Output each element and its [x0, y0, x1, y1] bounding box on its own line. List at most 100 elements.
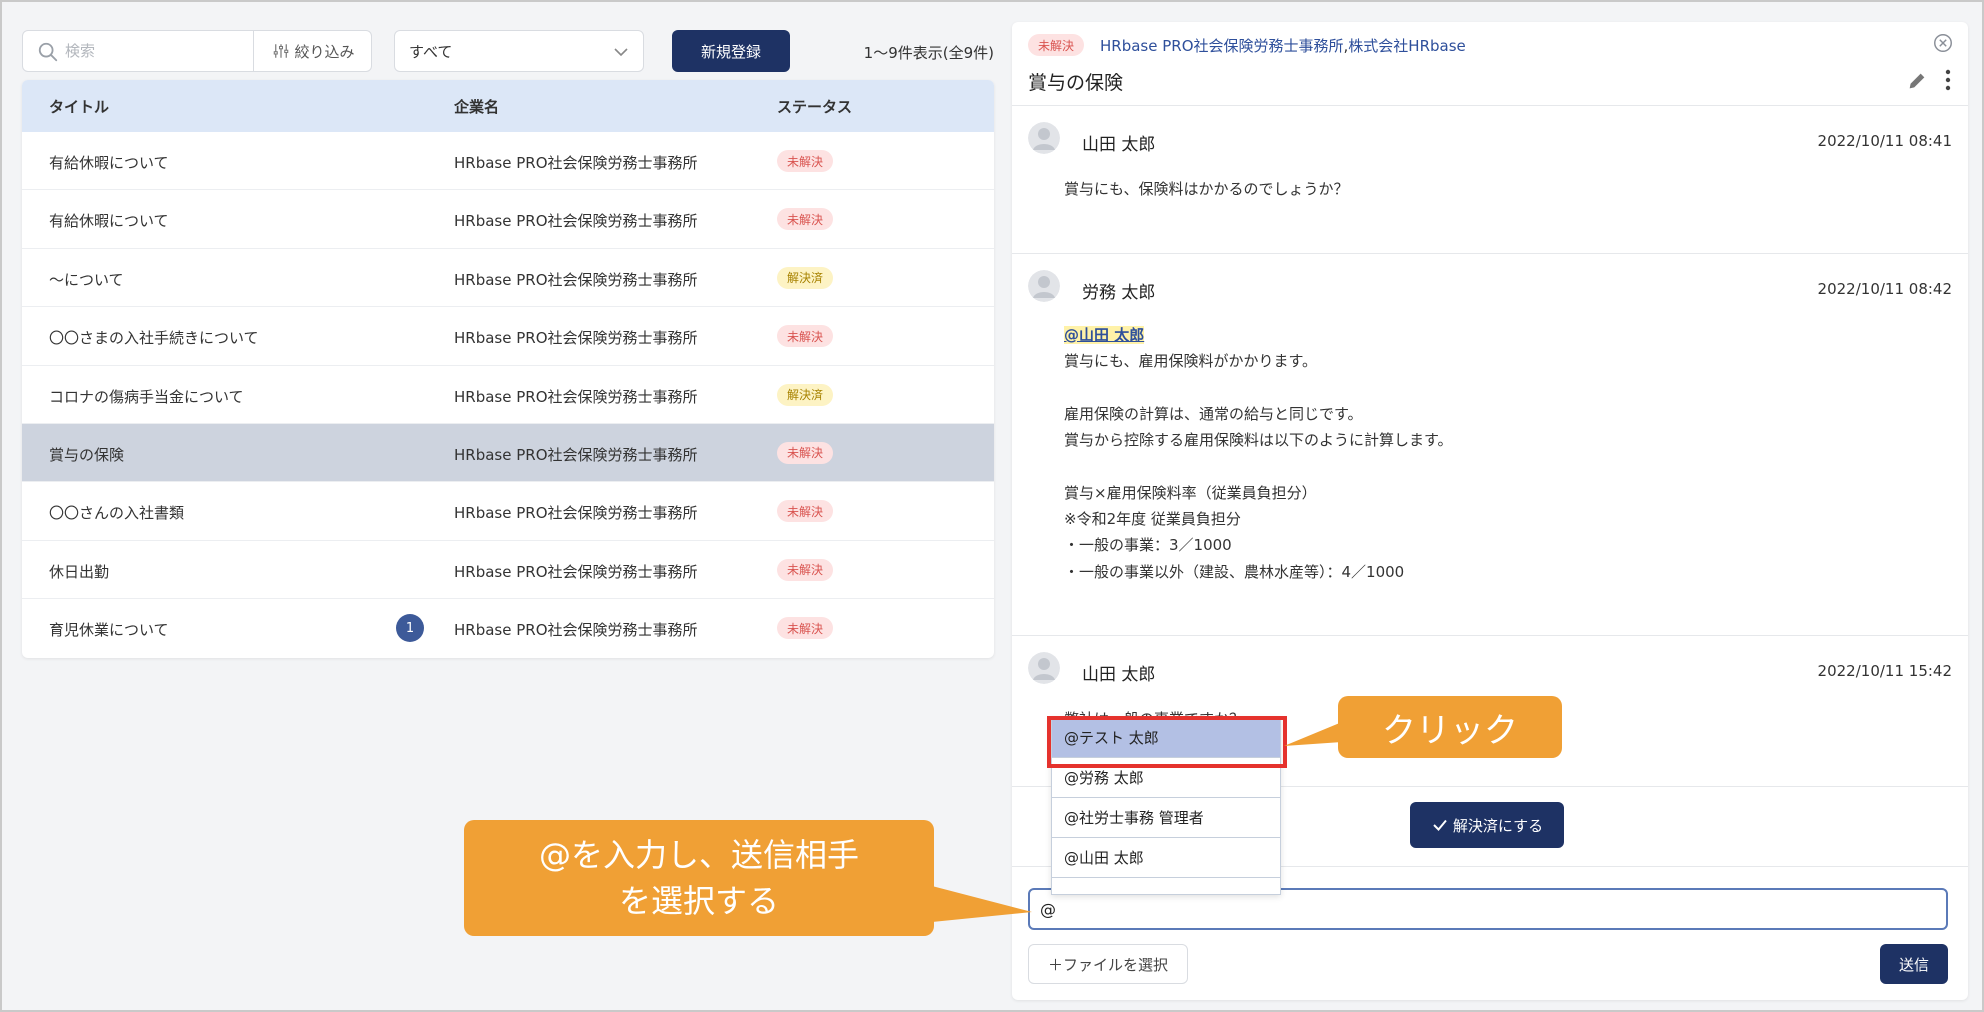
status-badge: 未解決 [777, 558, 834, 581]
row-company: HRbase PRO社会保険労務士事務所 [454, 621, 698, 640]
search-icon [38, 42, 58, 62]
toolbar: 絞り込み すべて 新規登録 1～9件表示(全9件) [22, 30, 994, 72]
chevron-down-icon [614, 48, 628, 57]
table-row[interactable]: 〇〇さまの入社手続きについて HRbase PRO社会保険労務士事務所 未解決 [22, 307, 994, 366]
table-row[interactable]: 休日出勤 HRbase PRO社会保険労務士事務所 未解決 [22, 541, 994, 600]
message-body: 賞与にも、保険料はかかるのでしょうか？ [1064, 176, 1349, 202]
status-badge: 未解決 [777, 441, 834, 464]
detail-companies: HRbase PRO社会保険労務士事務所,株式会社HRbase [1100, 35, 1466, 56]
table-row-selected[interactable]: 賞与の保険 HRbase PRO社会保険労務士事務所 未解決 [22, 423, 994, 483]
avatar [1028, 270, 1060, 302]
status-badge: 未解決 [777, 150, 834, 172]
status-badge: 未解決 [777, 617, 834, 640]
table-header: タイトル 企業名 ステータス [22, 80, 994, 132]
row-title: 育児休業について [49, 621, 169, 640]
row-title: 〜について [49, 270, 124, 289]
message-item: 山田 太郎 2022/10/11 08:41 賞与にも、保険料はかかるのでしょう… [1012, 106, 1968, 254]
status-badge: 未解決 [777, 500, 834, 523]
row-title: 休日出勤 [49, 562, 110, 581]
row-company: HRbase PRO社会保険労務士事務所 [454, 562, 698, 581]
callout-instruction-line: @を入力し、送信相手 [538, 836, 859, 874]
row-company: HRbase PRO社会保険労務士事務所 [454, 329, 698, 348]
header-company: 企業名 [454, 98, 500, 116]
header-status: ステータス [777, 98, 853, 116]
mention-option[interactable]: @社労士事務 管理者 [1052, 798, 1280, 838]
new-register-button[interactable]: 新規登録 [672, 30, 790, 72]
detail-header: 未解決 HRbase PRO社会保険労務士事務所,株式会社HRbase 賞与の保… [1012, 22, 1968, 106]
message-author: 山田 太郎 [1082, 135, 1156, 155]
message-line [1064, 453, 1453, 479]
row-title: 有給休暇について [49, 154, 169, 172]
status-badge: 未解決 [777, 325, 834, 348]
company-link[interactable]: HRbase PRO社会保険労務士事務所 [1100, 37, 1344, 55]
row-company: HRbase PRO社会保険労務士事務所 [454, 387, 698, 406]
edit-icon[interactable] [1906, 70, 1928, 92]
status-select[interactable]: すべて [394, 30, 644, 72]
message-line: 賞与にも、保険料はかかるのでしょうか？ [1064, 180, 1349, 198]
message-line [1064, 375, 1453, 401]
avatar [1028, 652, 1060, 684]
send-button[interactable]: 送信 [1880, 944, 1948, 984]
avatar [1028, 122, 1060, 154]
message-time: 2022/10/11 15:42 [1817, 662, 1952, 680]
company-link[interactable]: 株式会社HRbase [1348, 37, 1465, 55]
message-line: 賞与にも、雇用保険料がかかります。 [1064, 352, 1318, 371]
message-line: 賞与から控除する雇用保険料は以下のように計算します。 [1064, 431, 1453, 450]
search-box: 絞り込み [22, 30, 372, 72]
app-frame: 絞り込み すべて 新規登録 1～9件表示(全9件) タイトル 企業名 ステータス… [0, 0, 1984, 1012]
message-line: ・一般の事業以外（建設、農林水産等）：4／1000 [1064, 562, 1405, 581]
header-title: タイトル [49, 98, 110, 116]
row-title: 〇〇さまの入社手続きについて [49, 329, 259, 348]
mark-resolved-label: 解決済にする [1452, 816, 1544, 835]
unread-count-badge: 1 [396, 614, 424, 643]
status-select-value: すべて [409, 42, 453, 61]
filter-button[interactable]: 絞り込み [253, 31, 373, 71]
table-row[interactable]: 有給休暇について HRbase PRO社会保険労務士事務所 未解決 [22, 132, 994, 191]
more-vertical-icon[interactable] [1942, 68, 1954, 92]
highlight-box [1047, 716, 1287, 768]
status-badge: 解決済 [777, 383, 834, 406]
detail-status-badge: 未解決 [1028, 34, 1085, 56]
row-company: HRbase PRO社会保険労務士事務所 [454, 445, 698, 464]
message-line: 賞与×雇用保険料率（従業員負担分） [1064, 483, 1317, 502]
mention-tag[interactable]: @山田 太郎 [1064, 326, 1145, 344]
message-body: @山田 太郎 賞与にも、雇用保険料がかかります。 雇用保険の計算は、通常の給与と… [1064, 322, 1453, 585]
row-title: 〇〇さんの入社書類 [49, 504, 185, 523]
inquiry-table: タイトル 企業名 ステータス 有給休暇について HRbase PRO社会保険労務… [22, 80, 994, 658]
callout-click: クリック [1338, 696, 1562, 758]
close-icon[interactable] [1932, 32, 1954, 54]
table-row[interactable]: 〇〇さんの入社書類 HRbase PRO社会保険労務士事務所 未解決 [22, 482, 994, 541]
message-time: 2022/10/11 08:42 [1817, 280, 1952, 298]
choose-file-button[interactable]: ＋ファイルを選択 [1028, 944, 1188, 984]
message-line: ・一般の事業：3／1000 [1064, 536, 1232, 555]
row-company: HRbase PRO社会保険労務士事務所 [454, 212, 698, 231]
mention-line: @山田 太郎 [1064, 322, 1453, 348]
message-line: 雇用保険の計算は、通常の給与と同じです。 [1064, 404, 1363, 423]
callout-instruction: @を入力し、送信相手 を選択する [464, 820, 934, 936]
row-title: コロナの傷病手当金について [49, 387, 244, 406]
callout-tail [1284, 722, 1342, 746]
row-company: HRbase PRO社会保険労務士事務所 [454, 504, 698, 523]
callout-instruction-line: を選択する [618, 882, 779, 920]
result-count: 1～9件表示(全9件) [863, 44, 994, 62]
mark-resolved-button[interactable]: 解決済にする [1410, 802, 1564, 848]
table-row[interactable]: 有給休暇について HRbase PRO社会保険労務士事務所 未解決 [22, 190, 994, 249]
message-author: 山田 太郎 [1082, 665, 1156, 685]
table-row[interactable]: 〜について HRbase PRO社会保険労務士事務所 解決済 [22, 249, 994, 308]
detail-title: 賞与の保険 [1028, 72, 1124, 94]
message-line: ※令和2年度 従業員負担分 [1064, 510, 1241, 529]
mention-option[interactable]: @山田 太郎 [1052, 838, 1280, 878]
row-title: 有給休暇について [49, 212, 169, 231]
table-row[interactable]: 育児休業について 1 HRbase PRO社会保険労務士事務所 未解決 [22, 599, 994, 657]
row-company: HRbase PRO社会保険労務士事務所 [454, 270, 698, 289]
callout-tail [932, 886, 1032, 922]
search-input[interactable] [65, 31, 265, 71]
message-author: 労務 太郎 [1082, 283, 1156, 303]
filter-icon [274, 44, 289, 58]
message-time: 2022/10/11 08:41 [1817, 132, 1952, 150]
message-item: 労務 太郎 2022/10/11 08:42 @山田 太郎 賞与にも、雇用保険料… [1012, 254, 1968, 636]
check-icon [1433, 819, 1447, 831]
row-company: HRbase PRO社会保険労務士事務所 [454, 154, 698, 172]
filter-label: 絞り込み [294, 42, 355, 61]
table-row[interactable]: コロナの傷病手当金について HRbase PRO社会保険労務士事務所 解決済 [22, 366, 994, 424]
